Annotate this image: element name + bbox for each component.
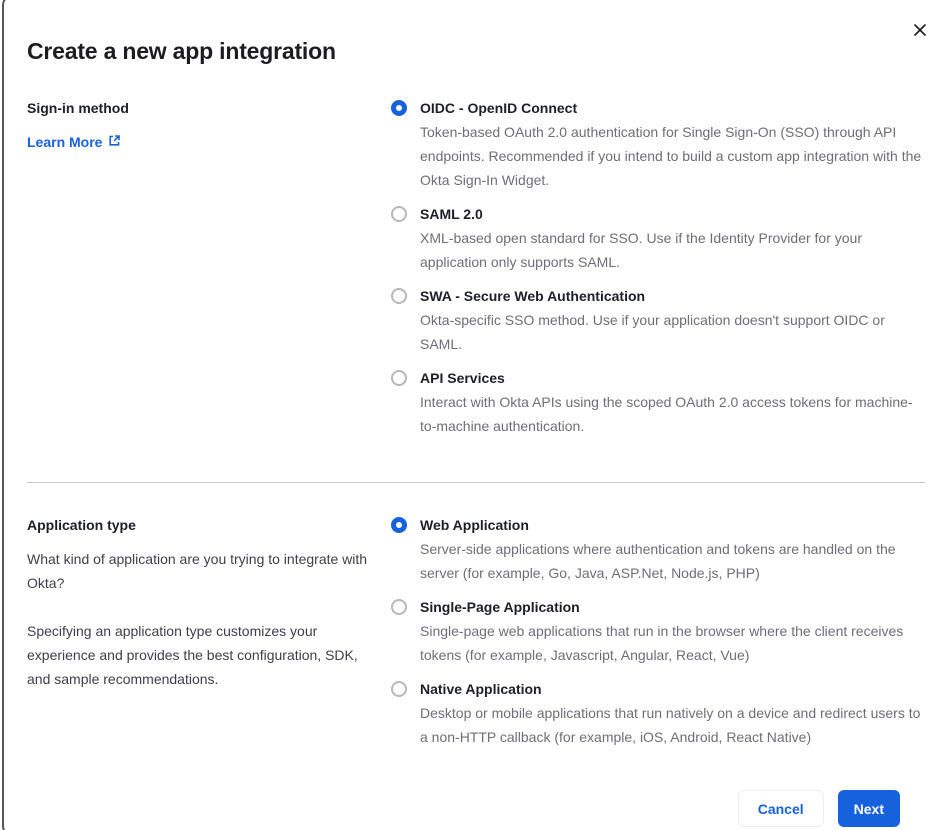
radio-selected-icon[interactable] — [391, 100, 407, 116]
option-description: Single-page web applications that run in… — [420, 623, 904, 663]
radio-selected-icon[interactable] — [391, 517, 407, 533]
radio-option-saml[interactable]: SAML 2.0 XML-based open standard for SSO… — [391, 202, 925, 274]
option-label: API Services — [420, 370, 505, 386]
radio-option-swa[interactable]: SWA - Secure Web Authentication Okta-spe… — [391, 284, 925, 356]
radio-option-api-services[interactable]: API Services Interact with Okta APIs usi… — [391, 366, 925, 438]
option-description: Interact with Okta APIs using the scoped… — [420, 394, 913, 434]
option-description: XML-based open standard for SSO. Use if … — [420, 230, 862, 270]
radio-option-single-page-application[interactable]: Single-Page Application Single-page web … — [391, 595, 925, 667]
option-label: Native Application — [420, 681, 542, 697]
application-type-heading: Application type — [27, 517, 136, 533]
radio-unselected-icon[interactable] — [391, 599, 407, 615]
radio-unselected-icon[interactable] — [391, 681, 407, 697]
section-divider — [27, 482, 925, 483]
option-label: SWA - Secure Web Authentication — [420, 288, 646, 304]
option-label: Web Application — [420, 517, 529, 533]
learn-more-link[interactable]: Learn More — [27, 130, 121, 154]
option-description: Okta-specific SSO method. Use if your ap… — [420, 312, 885, 352]
radio-unselected-icon[interactable] — [391, 206, 407, 222]
modal-footer: Cancel Next — [27, 759, 925, 827]
radio-unselected-icon[interactable] — [391, 370, 407, 386]
signin-method-section: Sign-in method Learn More OIDC - OpenID … — [27, 96, 925, 448]
external-link-icon — [108, 130, 121, 154]
cancel-button[interactable]: Cancel — [737, 790, 824, 827]
modal-dialog: Create a new app integration Sign-in met… — [0, 0, 950, 827]
modal-title: Create a new app integration — [27, 38, 336, 64]
radio-option-web-application[interactable]: Web Application Server-side applications… — [391, 513, 925, 585]
learn-more-label: Learn More — [27, 134, 103, 150]
application-type-section: Application type What kind of applicatio… — [27, 513, 925, 759]
option-description: Desktop or mobile applications that run … — [420, 705, 921, 745]
radio-option-native-application[interactable]: Native Application Desktop or mobile app… — [391, 677, 925, 749]
signin-method-radio-group: OIDC - OpenID Connect Token-based OAuth … — [391, 96, 925, 448]
application-type-help-text-2: Specifying an application type customize… — [27, 623, 358, 687]
option-label: OIDC - OpenID Connect — [420, 100, 578, 116]
option-description: Token-based OAuth 2.0 authentication for… — [420, 124, 922, 188]
option-description: Server-side applications where authentic… — [420, 541, 896, 581]
radio-unselected-icon[interactable] — [391, 288, 407, 304]
application-type-help-text-1: What kind of application are you trying … — [27, 551, 368, 591]
application-type-radio-group: Web Application Server-side applications… — [391, 513, 925, 759]
radio-option-oidc[interactable]: OIDC - OpenID Connect Token-based OAuth … — [391, 96, 925, 192]
signin-method-heading: Sign-in method — [27, 100, 129, 116]
next-button[interactable]: Next — [837, 790, 900, 827]
option-label: SAML 2.0 — [420, 206, 483, 222]
option-label: Single-Page Application — [420, 599, 580, 615]
